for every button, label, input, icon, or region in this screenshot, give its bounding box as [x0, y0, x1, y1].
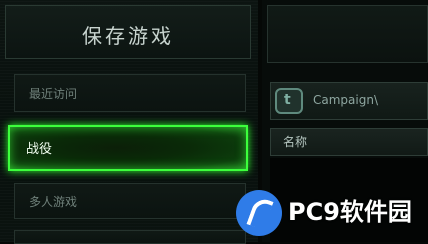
- watermark-logo-icon: [236, 190, 282, 236]
- dialog-title: 保存游戏: [82, 24, 174, 48]
- path-text: Campaign\: [313, 93, 378, 107]
- column-header-name[interactable]: 名称: [270, 128, 428, 156]
- folder-up-icon[interactable]: t: [275, 88, 303, 114]
- path-bar[interactable]: t Campaign\: [270, 82, 428, 120]
- browser-header-frame: [267, 5, 428, 63]
- category-recent-button[interactable]: 最近访问: [14, 74, 246, 112]
- watermark-text: PC9软件园: [288, 198, 412, 226]
- save-game-panel: 保存游戏 最近访问 战役 多人游戏: [0, 0, 258, 244]
- category-campaign-button[interactable]: 战役: [8, 125, 248, 171]
- title-frame: 保存游戏: [5, 5, 251, 59]
- category-multiplayer-button[interactable]: 多人游戏: [14, 183, 246, 219]
- watermark: PC9软件园: [236, 186, 426, 240]
